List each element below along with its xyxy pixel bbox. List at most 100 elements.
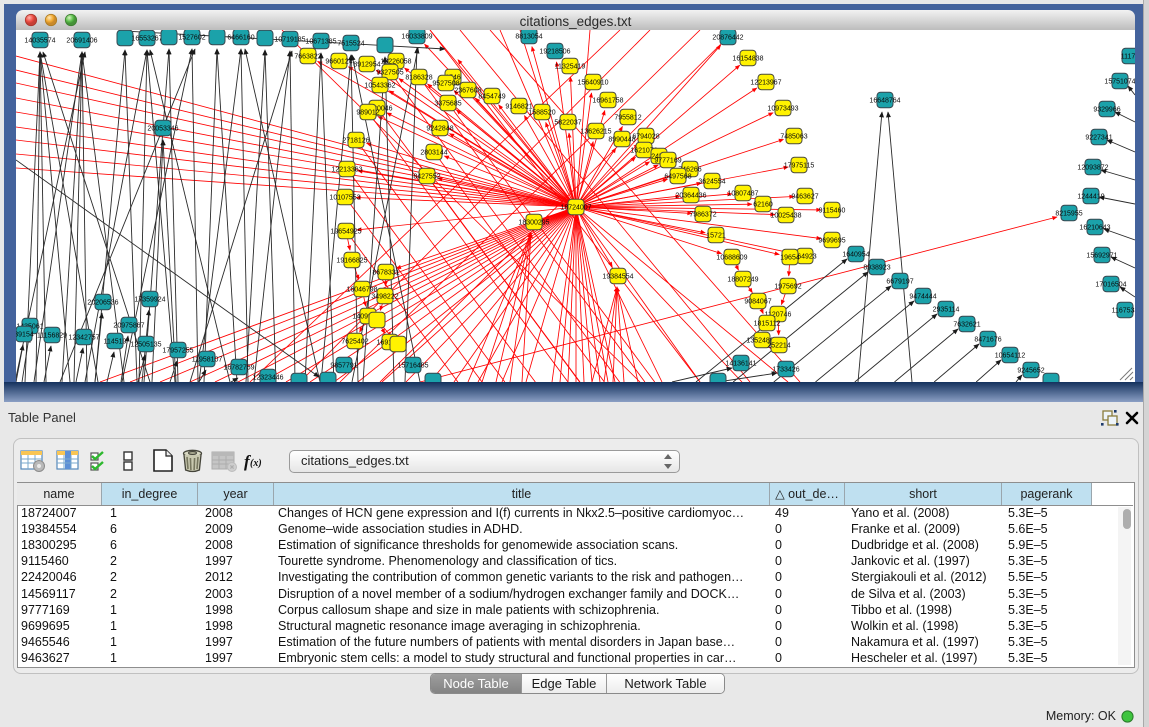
svg-text:8215955: 8215955 bbox=[1055, 211, 1082, 218]
svg-text:12213363: 12213363 bbox=[331, 167, 362, 174]
svg-text:7663822: 7663822 bbox=[294, 54, 321, 61]
svg-text:12093872: 12093872 bbox=[1077, 165, 1108, 172]
svg-text:10654112: 10654112 bbox=[995, 353, 1026, 360]
svg-text:16961758: 16961758 bbox=[592, 98, 623, 105]
svg-text:15640910: 15640910 bbox=[577, 80, 608, 87]
svg-text:20975867: 20975867 bbox=[113, 323, 144, 330]
svg-text:114519: 114519 bbox=[104, 339, 127, 346]
svg-text:8186328: 8186328 bbox=[405, 75, 432, 82]
svg-text:8427552: 8427552 bbox=[413, 174, 440, 181]
svg-text:10671385: 10671385 bbox=[305, 39, 336, 46]
svg-text:20206536: 20206536 bbox=[87, 300, 118, 307]
svg-text:16782759: 16782759 bbox=[223, 365, 254, 372]
svg-text:9327505: 9327505 bbox=[376, 70, 403, 77]
svg-text:252214: 252214 bbox=[767, 343, 790, 350]
svg-text:17359924: 17359924 bbox=[134, 297, 165, 304]
svg-text:3375685: 3375685 bbox=[434, 101, 461, 108]
svg-text:14136141: 14136141 bbox=[725, 361, 756, 368]
svg-text:7485063: 7485063 bbox=[780, 134, 807, 141]
svg-text:1815112: 1815112 bbox=[754, 321, 781, 328]
svg-text:1527602: 1527602 bbox=[178, 35, 205, 42]
svg-text:17957255: 17957255 bbox=[162, 348, 193, 355]
svg-text:17975115: 17975115 bbox=[784, 163, 815, 170]
svg-text:15692971: 15692971 bbox=[1086, 253, 1117, 260]
svg-text:13626215: 13626215 bbox=[580, 129, 611, 136]
svg-text:62160: 62160 bbox=[753, 202, 773, 209]
svg-text:11156829: 11156829 bbox=[37, 333, 67, 340]
svg-text:18724007: 18724007 bbox=[560, 205, 591, 212]
svg-text:1167533: 1167533 bbox=[1112, 308, 1135, 315]
svg-text:11958107: 11958107 bbox=[192, 357, 223, 364]
svg-text:12342757: 12342757 bbox=[68, 335, 99, 342]
svg-text:10688609: 10688609 bbox=[716, 255, 747, 262]
svg-text:15716485: 15716485 bbox=[397, 363, 428, 370]
svg-text:8471676: 8471676 bbox=[974, 337, 1001, 344]
svg-text:11325419: 11325419 bbox=[555, 64, 586, 71]
svg-text:10807487: 10807487 bbox=[727, 191, 758, 198]
svg-text:9115460: 9115460 bbox=[819, 208, 846, 215]
svg-text:989012: 989012 bbox=[356, 110, 379, 117]
svg-text:19166825: 19166825 bbox=[336, 258, 367, 265]
svg-text:9084067: 9084067 bbox=[744, 299, 771, 306]
svg-text:7515524: 7515524 bbox=[337, 41, 364, 48]
svg-text:9527508: 9527508 bbox=[432, 81, 459, 88]
svg-text:9474444: 9474444 bbox=[909, 294, 936, 301]
svg-text:16033809: 16033809 bbox=[401, 34, 432, 41]
svg-text:12213967: 12213967 bbox=[750, 80, 781, 87]
svg-text:10973493: 10973493 bbox=[767, 106, 798, 113]
svg-text:20876442: 20876442 bbox=[712, 35, 743, 42]
svg-text:10025438: 10025438 bbox=[770, 213, 801, 220]
svg-text:1588520: 1588520 bbox=[528, 110, 555, 117]
svg-text:18807249: 18807249 bbox=[727, 277, 758, 284]
svg-text:1640954: 1640954 bbox=[842, 252, 869, 259]
svg-text:3624554: 3624554 bbox=[698, 179, 725, 186]
svg-text:1733426: 1733426 bbox=[772, 367, 799, 374]
svg-text:12505135: 12505135 bbox=[130, 342, 161, 349]
svg-text:2718126: 2718126 bbox=[342, 138, 369, 145]
svg-text:9463627: 9463627 bbox=[791, 194, 818, 201]
svg-text:16553267: 16553267 bbox=[131, 36, 162, 43]
svg-text:9699695: 9699695 bbox=[818, 238, 845, 245]
svg-text:(x): (x) bbox=[250, 458, 262, 469]
svg-text:1975692: 1975692 bbox=[774, 284, 801, 291]
svg-text:6497568: 6497568 bbox=[664, 174, 691, 181]
svg-text:12323446: 12323446 bbox=[252, 375, 283, 382]
svg-text:20053346: 20053346 bbox=[147, 126, 178, 133]
svg-text:9329966: 9329966 bbox=[1093, 107, 1120, 114]
svg-text:20364436: 20364436 bbox=[675, 193, 706, 200]
svg-text:9857791: 9857791 bbox=[330, 363, 357, 370]
svg-text:9245652: 9245652 bbox=[1017, 368, 1044, 375]
svg-text:6466160: 6466160 bbox=[227, 35, 254, 42]
svg-text:6794028: 6794028 bbox=[632, 134, 659, 141]
svg-text:19218506: 19218506 bbox=[539, 49, 570, 56]
svg-text:10719185: 10719185 bbox=[274, 37, 305, 44]
svg-text:8678331: 8678331 bbox=[372, 270, 399, 277]
svg-text:16154838: 16154838 bbox=[732, 56, 763, 63]
svg-text:19654925: 19654925 bbox=[330, 229, 361, 236]
svg-text:16210643: 16210643 bbox=[1079, 225, 1110, 232]
svg-text:15721: 15721 bbox=[706, 233, 726, 240]
svg-text:9777169: 9777169 bbox=[654, 158, 681, 165]
svg-text:15751074: 15751074 bbox=[1104, 79, 1135, 86]
svg-text:18300295: 18300295 bbox=[518, 220, 549, 227]
svg-text:39154: 39154 bbox=[16, 332, 34, 339]
svg-text:3498222: 3498222 bbox=[371, 294, 398, 301]
svg-text:20691406: 20691406 bbox=[66, 38, 97, 45]
svg-text:19654: 19654 bbox=[780, 255, 800, 262]
svg-text:19384554: 19384554 bbox=[602, 274, 633, 281]
svg-text:8938923: 8938923 bbox=[863, 265, 890, 272]
svg-text:9660124: 9660124 bbox=[325, 59, 352, 66]
svg-text:14035574: 14035574 bbox=[24, 38, 55, 45]
svg-text:9227341: 9227341 bbox=[1085, 135, 1112, 142]
svg-text:5822037: 5822037 bbox=[554, 120, 581, 127]
svg-text:7986372: 7986372 bbox=[689, 212, 716, 219]
svg-text:16046798: 16046798 bbox=[346, 287, 377, 294]
svg-text:8912954: 8912954 bbox=[353, 62, 380, 69]
svg-text:16648764: 16648764 bbox=[869, 98, 900, 105]
svg-text:10107553: 10107553 bbox=[329, 195, 360, 202]
svg-text:6679197: 6679197 bbox=[886, 279, 913, 286]
svg-text:1244419: 1244419 bbox=[1077, 194, 1104, 201]
svg-text:10543362: 10543362 bbox=[364, 83, 395, 90]
svg-text:7625402: 7625402 bbox=[341, 339, 368, 346]
svg-text:17016504: 17016504 bbox=[1095, 282, 1126, 289]
